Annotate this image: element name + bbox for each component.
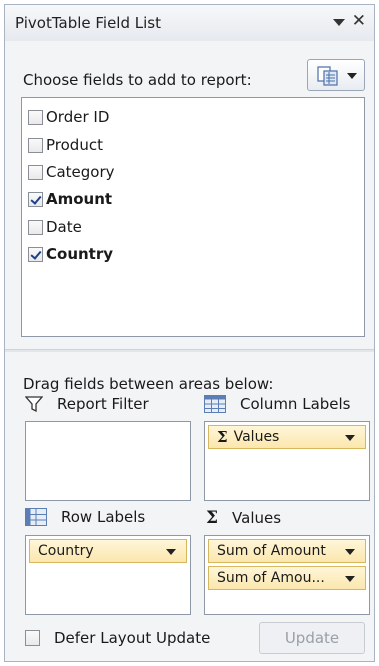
column-labels-box[interactable]: Σ Values bbox=[204, 421, 370, 501]
field-label: Date bbox=[46, 218, 82, 236]
update-button[interactable]: Update bbox=[259, 622, 365, 654]
field-item-country[interactable]: Country bbox=[28, 243, 113, 265]
panel-menu-dropdown-icon[interactable] bbox=[332, 16, 345, 28]
column-values-pill[interactable]: Σ Values bbox=[208, 425, 366, 449]
field-label: Product bbox=[46, 136, 103, 154]
pill-label: Sum of Amount bbox=[217, 543, 326, 559]
row-labels-box[interactable]: Country bbox=[25, 535, 191, 615]
grid-icon bbox=[25, 508, 47, 526]
panel-title: PivotTable Field List bbox=[15, 14, 161, 32]
values-sum-amount-pill-2[interactable]: Sum of Amou... bbox=[208, 566, 366, 590]
choose-fields-label: Choose fields to add to report: bbox=[23, 71, 252, 89]
filter-icon bbox=[25, 396, 43, 412]
values-header: Σ Values bbox=[206, 508, 281, 528]
field-item-amount[interactable]: Amount bbox=[28, 188, 112, 210]
pivot-field-list-panel: PivotTable Field List ✕ Choose fields to… bbox=[4, 4, 375, 662]
grid-icon bbox=[204, 395, 226, 413]
field-label: Order ID bbox=[46, 108, 110, 126]
chevron-down-icon bbox=[345, 576, 355, 582]
report-filter-box[interactable] bbox=[25, 421, 191, 501]
field-checkbox[interactable] bbox=[28, 191, 43, 207]
field-checkbox[interactable] bbox=[28, 137, 43, 153]
chevron-down-icon bbox=[347, 73, 357, 79]
chevron-down-icon bbox=[345, 549, 355, 555]
column-labels-header: Column Labels bbox=[204, 395, 351, 413]
defer-layout-checkbox[interactable] bbox=[25, 630, 40, 646]
defer-layout-row[interactable]: Defer Layout Update bbox=[25, 629, 210, 647]
field-item-product[interactable]: Product bbox=[28, 134, 103, 156]
title-bar: PivotTable Field List ✕ bbox=[5, 5, 374, 41]
defer-layout-label: Defer Layout Update bbox=[54, 629, 211, 647]
field-list: Order ID Product Category Amount Date Co… bbox=[21, 97, 365, 337]
report-filter-label: Report Filter bbox=[57, 395, 149, 413]
report-filter-header: Report Filter bbox=[25, 395, 149, 413]
field-item-order-id[interactable]: Order ID bbox=[28, 106, 109, 128]
field-item-date[interactable]: Date bbox=[28, 216, 82, 238]
values-box[interactable]: Sum of Amount Sum of Amou... bbox=[204, 535, 370, 615]
pill-label: Country bbox=[38, 543, 94, 559]
field-label: Category bbox=[46, 163, 115, 181]
layout-icon bbox=[317, 66, 338, 86]
field-item-category[interactable]: Category bbox=[28, 161, 115, 183]
field-label: Country bbox=[46, 245, 114, 263]
values-sum-amount-pill[interactable]: Sum of Amount bbox=[208, 539, 366, 563]
column-labels-label: Column Labels bbox=[240, 395, 351, 413]
row-labels-header: Row Labels bbox=[25, 508, 145, 526]
sigma-icon: Σ bbox=[217, 428, 228, 446]
field-checkbox[interactable] bbox=[28, 246, 43, 262]
values-label: Values bbox=[232, 509, 282, 527]
pill-label: Values bbox=[233, 429, 280, 445]
pane-splitter[interactable] bbox=[5, 349, 374, 352]
field-checkbox[interactable] bbox=[28, 219, 43, 235]
chevron-down-icon bbox=[166, 549, 176, 555]
drag-fields-label: Drag fields between areas below: bbox=[23, 375, 274, 393]
field-list-layout-button[interactable] bbox=[307, 59, 365, 91]
row-country-pill[interactable]: Country bbox=[29, 539, 187, 563]
pill-label: Sum of Amou... bbox=[217, 570, 325, 586]
field-label: Amount bbox=[46, 190, 113, 208]
chevron-down-icon bbox=[345, 435, 355, 441]
sigma-icon: Σ bbox=[206, 508, 219, 528]
close-icon[interactable]: ✕ bbox=[352, 11, 366, 31]
field-checkbox[interactable] bbox=[28, 109, 43, 125]
field-checkbox[interactable] bbox=[28, 164, 43, 180]
row-labels-label: Row Labels bbox=[61, 508, 146, 526]
